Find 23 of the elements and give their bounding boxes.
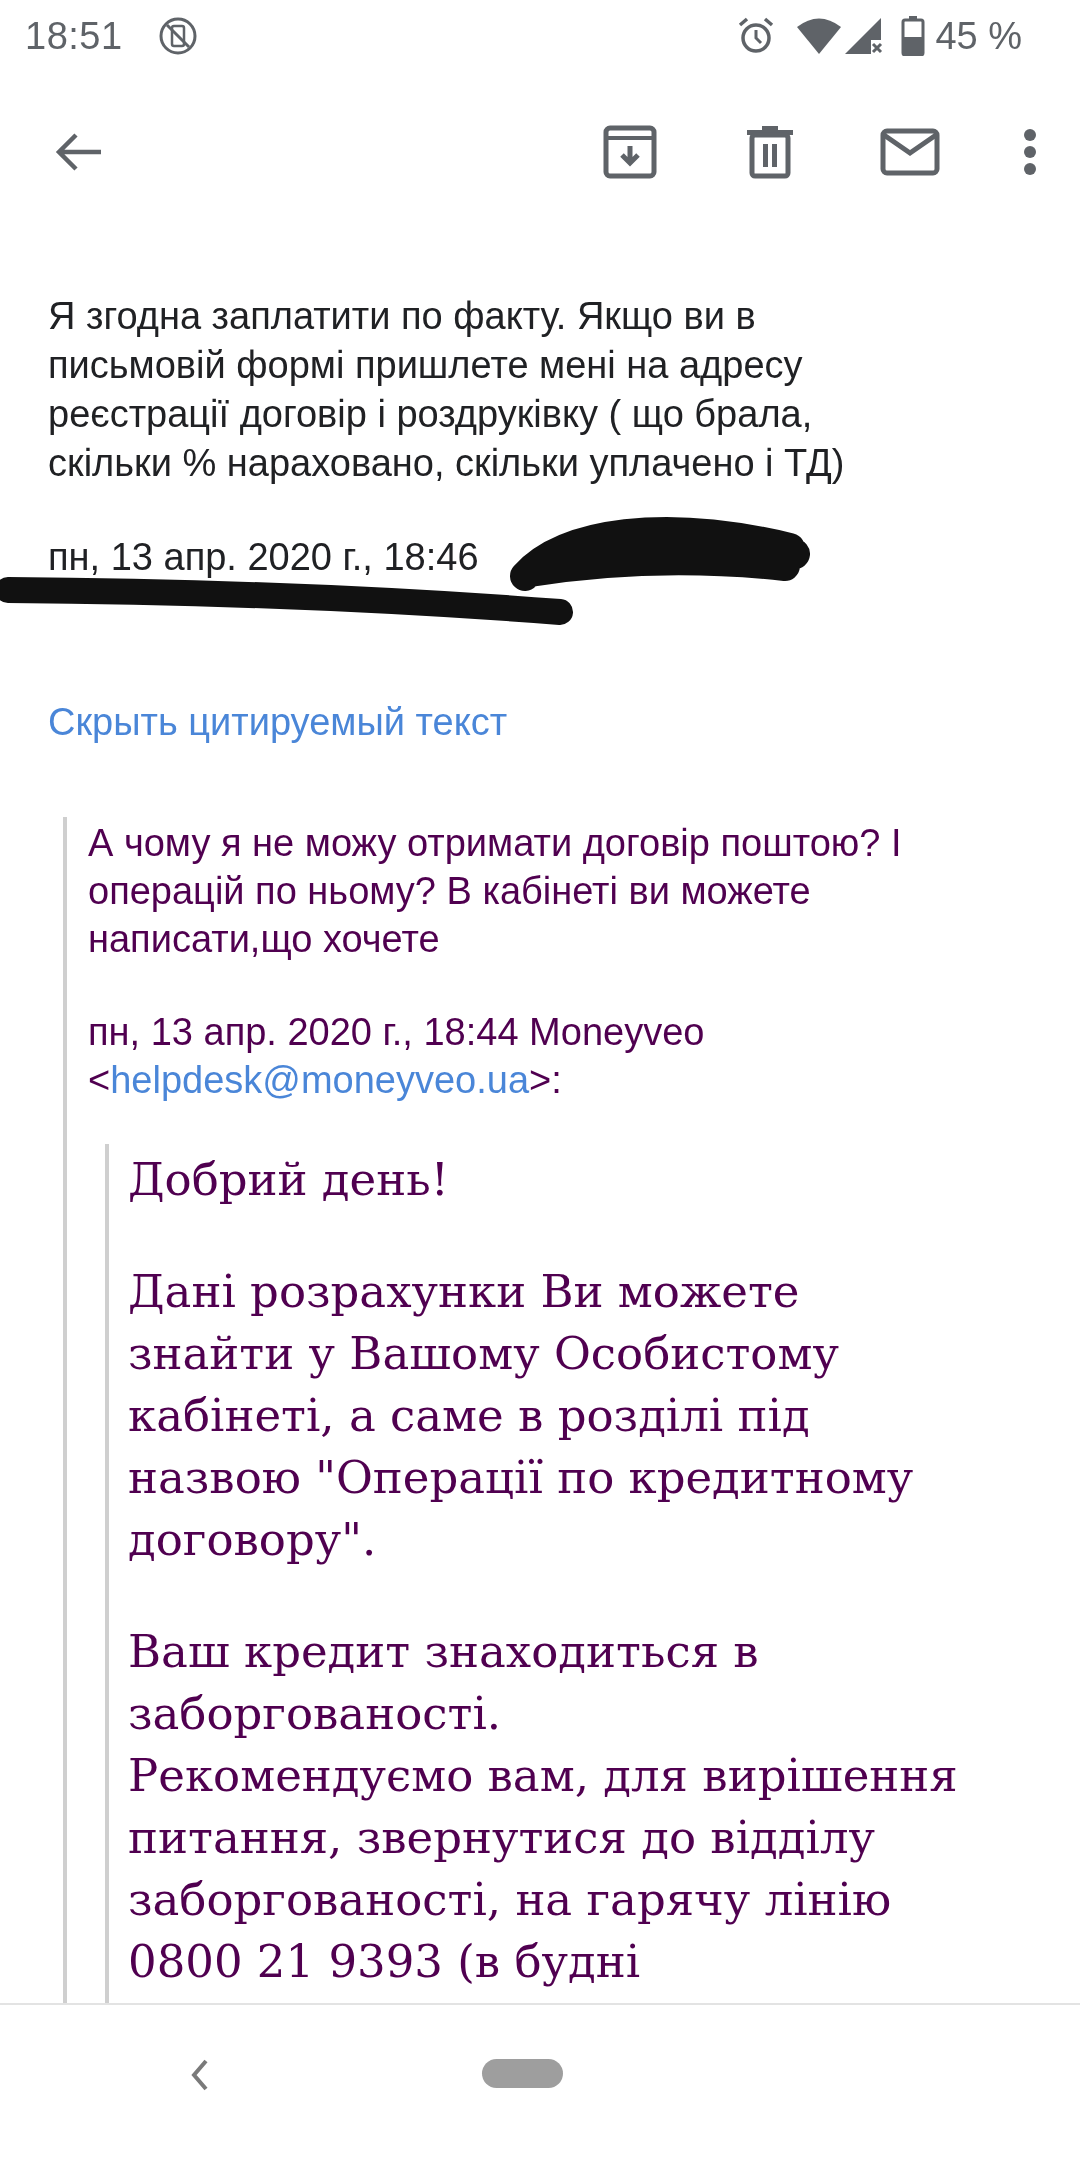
quoted-paragraph: Добрий день! [128, 1152, 450, 1208]
quoted-paragraph: Ваш кредит знаходиться в заборгованості. [128, 1624, 760, 1742]
home-handle[interactable] [482, 2059, 563, 2088]
battery-percent: 45 % [935, 14, 1022, 58]
back-arrow-icon [55, 132, 103, 172]
trash-icon [747, 125, 793, 179]
email-link[interactable]: helpdesk@moneyveo.ua [110, 1059, 530, 1101]
quoted-message-text: А чому я не можу отримати договір поштою? І операцій по ньому? В кабінеті ви можете написати,що хочете [88, 821, 903, 962]
battery-icon [901, 16, 926, 56]
message-text: Я згодна заплатити по факту. Якщо ви в письмовій формі пришлете мені на адресу реєстрації договір і роздруківку ( що брала, скільки % нараховано, скільки уплачено і ТД) [48, 294, 846, 486]
archive-icon [603, 125, 657, 179]
signal-icon [845, 16, 884, 56]
crossed-phone-icon [157, 16, 198, 56]
more-vertical-icon [1023, 128, 1037, 176]
wifi-icon [797, 16, 842, 56]
alarm-clock-icon [737, 16, 776, 56]
quote-attribution: пн, 13 апр. 2020 г., 18:44 Moneyveo <helpdesk@moneyveo.ua>: [88, 1010, 706, 1103]
status-time: 18:51 [25, 14, 123, 58]
quoted-paragraph: Дані розрахунки Ви можете знайти у Вашому Особистому кабінеті, а саме в розділі під назвою "Операції по кредитному договору". [128, 1264, 915, 1568]
hide-quoted-text-link[interactable]: Скрыть цитируемый текст [48, 698, 508, 746]
message-date: пн, 13 апр. 2020 г., 18:46 [48, 535, 479, 580]
envelope-icon [880, 128, 940, 176]
quoted-paragraph: Рекомендуємо вам, для вирішення питання, звернутися до відділу заборгованості, на гарячу лінію 0800 21 9393 (в будні [128, 1748, 959, 1990]
